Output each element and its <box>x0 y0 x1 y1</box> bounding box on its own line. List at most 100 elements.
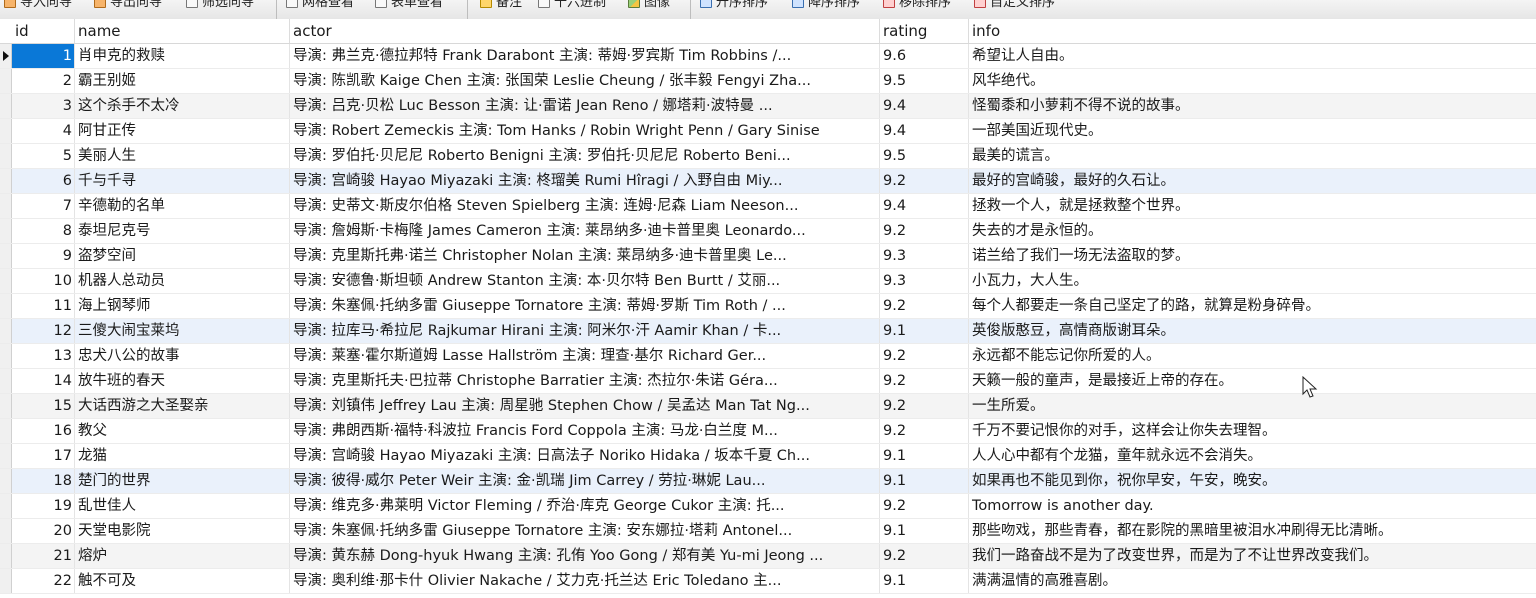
note-button[interactable]: 备注 <box>480 0 522 13</box>
cell-name[interactable]: 这个杀手不太冷 <box>75 94 290 118</box>
cell-name[interactable]: 三傻大闹宝莱坞 <box>75 319 290 343</box>
cell-id[interactable]: 5 <box>12 144 75 168</box>
cell-name[interactable]: 霸王别姬 <box>75 69 290 93</box>
cell-actor[interactable]: 导演: 朱塞佩·托纳多雷 Giuseppe Tornatore 主演: 蒂姆·罗… <box>290 294 880 318</box>
cell-actor[interactable]: 导演: 奥利维·那卡什 Olivier Nakache / 艾力克·托兰达 Er… <box>290 569 880 593</box>
cell-info[interactable]: Tomorrow is another day. <box>969 494 1536 518</box>
table-row[interactable]: 3 这个杀手不太冷 导演: 吕克·贝松 Luc Besson 主演: 让·雷诺 Je… <box>0 94 1536 119</box>
grid-view-button[interactable]: 网格查看 <box>286 0 354 13</box>
table-row[interactable]: 5 美丽人生 导演: 罗伯托·贝尼尼 Roberto Benigni 主演: 罗伯托… <box>0 144 1536 169</box>
table-row[interactable]: 17 龙猫 导演: 宫崎骏 Hayao Miyazaki 主演: 日高法子 Nori… <box>0 444 1536 469</box>
sort-asc-button[interactable]: 升序排序 <box>700 0 768 13</box>
cell-id[interactable]: 17 <box>12 444 75 468</box>
cell-name[interactable]: 楚门的世界 <box>75 469 290 493</box>
cell-name[interactable]: 美丽人生 <box>75 144 290 168</box>
cell-name[interactable]: 放牛班的春天 <box>75 369 290 393</box>
table-row[interactable]: 9 盗梦空间 导演: 克里斯托弗·诺兰 Christopher Nolan 主演: … <box>0 244 1536 269</box>
table-row[interactable]: 19 乱世佳人 导演: 维克多·弗莱明 Victor Fleming / 乔治·库克… <box>0 494 1536 519</box>
cell-actor[interactable]: 导演: 克里斯托夫·巴拉蒂 Christophe Barratier 主演: 杰… <box>290 369 880 393</box>
cell-name[interactable]: 忠犬八公的故事 <box>75 344 290 368</box>
sort-desc-button[interactable]: 降序排序 <box>792 0 860 13</box>
cell-id[interactable]: 1 <box>12 44 75 68</box>
cell-name[interactable]: 教父 <box>75 419 290 443</box>
cell-info[interactable]: 一生所爱。 <box>969 394 1536 418</box>
table-row[interactable]: 4 阿甘正传 导演: Robert Zemeckis 主演: Tom Hanks /… <box>0 119 1536 144</box>
column-header-rating[interactable]: rating <box>880 19 969 43</box>
cell-actor[interactable]: 导演: 安德鲁·斯坦顿 Andrew Stanton 主演: 本·贝尔特 Ben… <box>290 269 880 293</box>
cell-rating[interactable]: 9.1 <box>880 444 969 468</box>
row-indicator[interactable] <box>0 244 12 268</box>
cell-actor[interactable]: 导演: 拉库马·希拉尼 Rajkumar Hirani 主演: 阿米尔·汗 Aa… <box>290 319 880 343</box>
cell-rating[interactable]: 9.2 <box>880 369 969 393</box>
cell-rating[interactable]: 9.3 <box>880 269 969 293</box>
cell-id[interactable]: 8 <box>12 219 75 243</box>
cell-id[interactable]: 21 <box>12 544 75 568</box>
cell-name[interactable]: 龙猫 <box>75 444 290 468</box>
cell-info[interactable]: 那些吻戏，那些青春，都在影院的黑暗里被泪水冲刷得无比清晰。 <box>969 519 1536 543</box>
filter-wizard-button[interactable]: 筛选向导 <box>186 0 254 13</box>
cell-id[interactable]: 19 <box>12 494 75 518</box>
cell-info[interactable]: 风华绝代。 <box>969 69 1536 93</box>
cell-rating[interactable]: 9.2 <box>880 169 969 193</box>
column-header-id[interactable]: id <box>12 19 75 43</box>
cell-rating[interactable]: 9.2 <box>880 219 969 243</box>
cell-rating[interactable]: 9.2 <box>880 294 969 318</box>
cell-id[interactable]: 16 <box>12 419 75 443</box>
image-button[interactable]: 图像 <box>628 0 670 13</box>
table-row[interactable]: 18 楚门的世界 导演: 彼得·威尔 Peter Weir 主演: 金·凯瑞 Jim… <box>0 469 1536 494</box>
cell-rating[interactable]: 9.1 <box>880 469 969 493</box>
row-indicator[interactable] <box>0 444 12 468</box>
cell-info[interactable]: 每个人都要走一条自己坚定了的路，就算是粉身碎骨。 <box>969 294 1536 318</box>
row-indicator[interactable] <box>0 469 12 493</box>
cell-rating[interactable]: 9.2 <box>880 494 969 518</box>
row-indicator[interactable] <box>0 219 12 243</box>
cell-info[interactable]: 天籁一般的童声，是最接近上帝的存在。 <box>969 369 1536 393</box>
cell-id[interactable]: 22 <box>12 569 75 593</box>
row-indicator[interactable] <box>0 569 12 593</box>
cell-info[interactable]: 我们一路奋战不是为了改变世界，而是为了不让世界改变我们。 <box>969 544 1536 568</box>
cell-actor[interactable]: 导演: 罗伯托·贝尼尼 Roberto Benigni 主演: 罗伯托·贝尼尼 … <box>290 144 880 168</box>
cell-rating[interactable]: 9.1 <box>880 569 969 593</box>
cell-id[interactable]: 9 <box>12 244 75 268</box>
row-indicator[interactable] <box>0 419 12 443</box>
row-indicator[interactable] <box>0 194 12 218</box>
cell-id[interactable]: 7 <box>12 194 75 218</box>
row-indicator[interactable] <box>0 169 12 193</box>
table-row[interactable]: 16 教父 导演: 弗朗西斯·福特·科波拉 Francis Ford Coppola… <box>0 419 1536 444</box>
row-indicator[interactable] <box>0 544 12 568</box>
cell-actor[interactable]: 导演: 克里斯托弗·诺兰 Christopher Nolan 主演: 莱昂纳多·… <box>290 244 880 268</box>
cell-name[interactable]: 熔炉 <box>75 544 290 568</box>
column-header-info[interactable]: info <box>969 19 1536 43</box>
row-indicator[interactable] <box>0 69 12 93</box>
cell-actor[interactable]: 导演: 陈凯歌 Kaige Chen 主演: 张国荣 Leslie Cheung… <box>290 69 880 93</box>
row-indicator[interactable] <box>0 94 12 118</box>
cell-info[interactable]: 满满温情的高雅喜剧。 <box>969 569 1536 593</box>
table-row[interactable]: 13 忠犬八公的故事 导演: 莱塞·霍尔斯道姆 Lasse Hallström 主演… <box>0 344 1536 369</box>
cell-id[interactable]: 11 <box>12 294 75 318</box>
row-indicator[interactable] <box>0 144 12 168</box>
cell-info[interactable]: 如果再也不能见到你，祝你早安，午安，晚安。 <box>969 469 1536 493</box>
row-indicator[interactable] <box>0 494 12 518</box>
cell-info[interactable]: 希望让人自由。 <box>969 44 1536 68</box>
cell-name[interactable]: 千与千寻 <box>75 169 290 193</box>
cell-name[interactable]: 天堂电影院 <box>75 519 290 543</box>
table-row[interactable]: 7 辛德勒的名单 导演: 史蒂文·斯皮尔伯格 Steven Spielberg 主演… <box>0 194 1536 219</box>
cell-actor[interactable]: 导演: 吕克·贝松 Luc Besson 主演: 让·雷诺 Jean Reno … <box>290 94 880 118</box>
row-indicator[interactable] <box>0 269 12 293</box>
cell-rating[interactable]: 9.5 <box>880 144 969 168</box>
cell-actor[interactable]: 导演: 朱塞佩·托纳多雷 Giuseppe Tornatore 主演: 安东娜拉… <box>290 519 880 543</box>
cell-actor[interactable]: 导演: 史蒂文·斯皮尔伯格 Steven Spielberg 主演: 连姆·尼森… <box>290 194 880 218</box>
cell-rating[interactable]: 9.2 <box>880 419 969 443</box>
cell-info[interactable]: 一部美国近现代史。 <box>969 119 1536 143</box>
cell-name[interactable]: 触不可及 <box>75 569 290 593</box>
cell-info[interactable]: 诺兰给了我们一场无法盗取的梦。 <box>969 244 1536 268</box>
cell-id[interactable]: 10 <box>12 269 75 293</box>
cell-info[interactable]: 拯救一个人，就是拯救整个世界。 <box>969 194 1536 218</box>
cell-id[interactable]: 4 <box>12 119 75 143</box>
cell-name[interactable]: 机器人总动员 <box>75 269 290 293</box>
cell-name[interactable]: 盗梦空间 <box>75 244 290 268</box>
cell-actor[interactable]: 导演: 弗兰克·德拉邦特 Frank Darabont 主演: 蒂姆·罗宾斯 T… <box>290 44 880 68</box>
column-header-name[interactable]: name <box>75 19 290 43</box>
cell-info[interactable]: 小瓦力，大人生。 <box>969 269 1536 293</box>
import-wizard-button[interactable]: 导入向导 <box>4 0 72 13</box>
